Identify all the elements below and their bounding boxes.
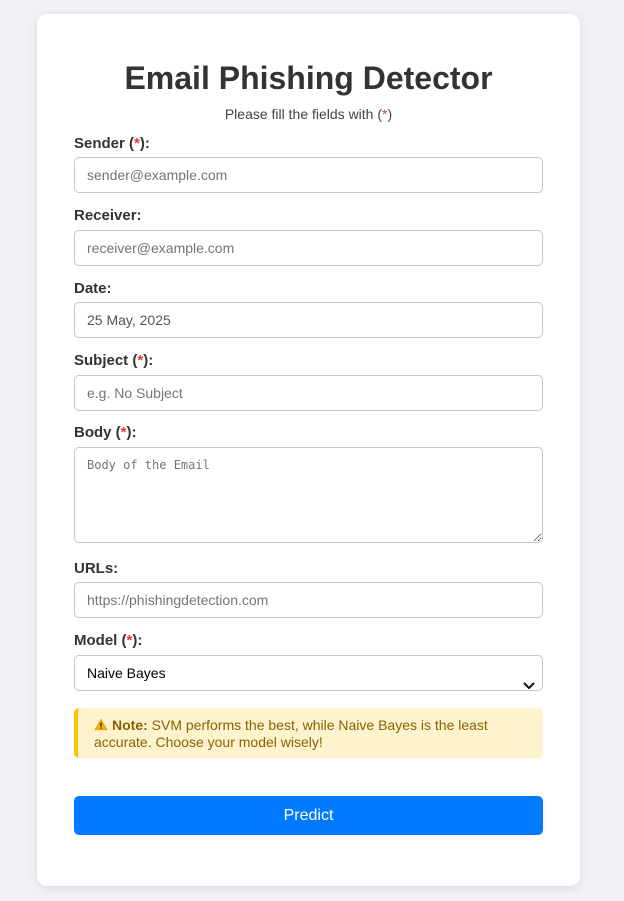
form-instructions: Please fill the fields with (*)	[37, 106, 580, 122]
model-label: Model (*):	[74, 632, 143, 649]
subject-input[interactable]	[74, 375, 543, 411]
subject-label: Subject (*):	[74, 352, 154, 369]
instructions-text: Please fill the fields with (	[224, 106, 383, 122]
sender-input[interactable]	[74, 157, 543, 193]
note-text: SVM performs the best, while Naive Bayes…	[94, 717, 488, 750]
body-label: Body (*):	[74, 424, 137, 441]
page-title: Email Phishing Detector	[124, 60, 493, 96]
urls-input[interactable]	[74, 582, 543, 618]
note-heading: Note:	[112, 717, 148, 733]
receiver-label: Receiver:	[74, 207, 142, 224]
detector-card: Email Phishing Detector Please fill the …	[37, 14, 580, 886]
date-input[interactable]	[74, 302, 543, 338]
warning-icon	[94, 718, 108, 731]
model-select[interactable]: Naive Bayes	[74, 655, 543, 691]
urls-label: URLs:	[74, 560, 119, 577]
date-label: Date:	[74, 280, 112, 297]
predict-button[interactable]: Predict	[74, 796, 543, 835]
instructions-suffix: )	[387, 106, 393, 122]
model-note: Note: SVM performs the best, while Naive…	[74, 708, 543, 758]
body-textarea[interactable]	[74, 447, 543, 543]
receiver-input[interactable]	[74, 230, 543, 266]
sender-label: Sender (*):	[74, 135, 150, 152]
